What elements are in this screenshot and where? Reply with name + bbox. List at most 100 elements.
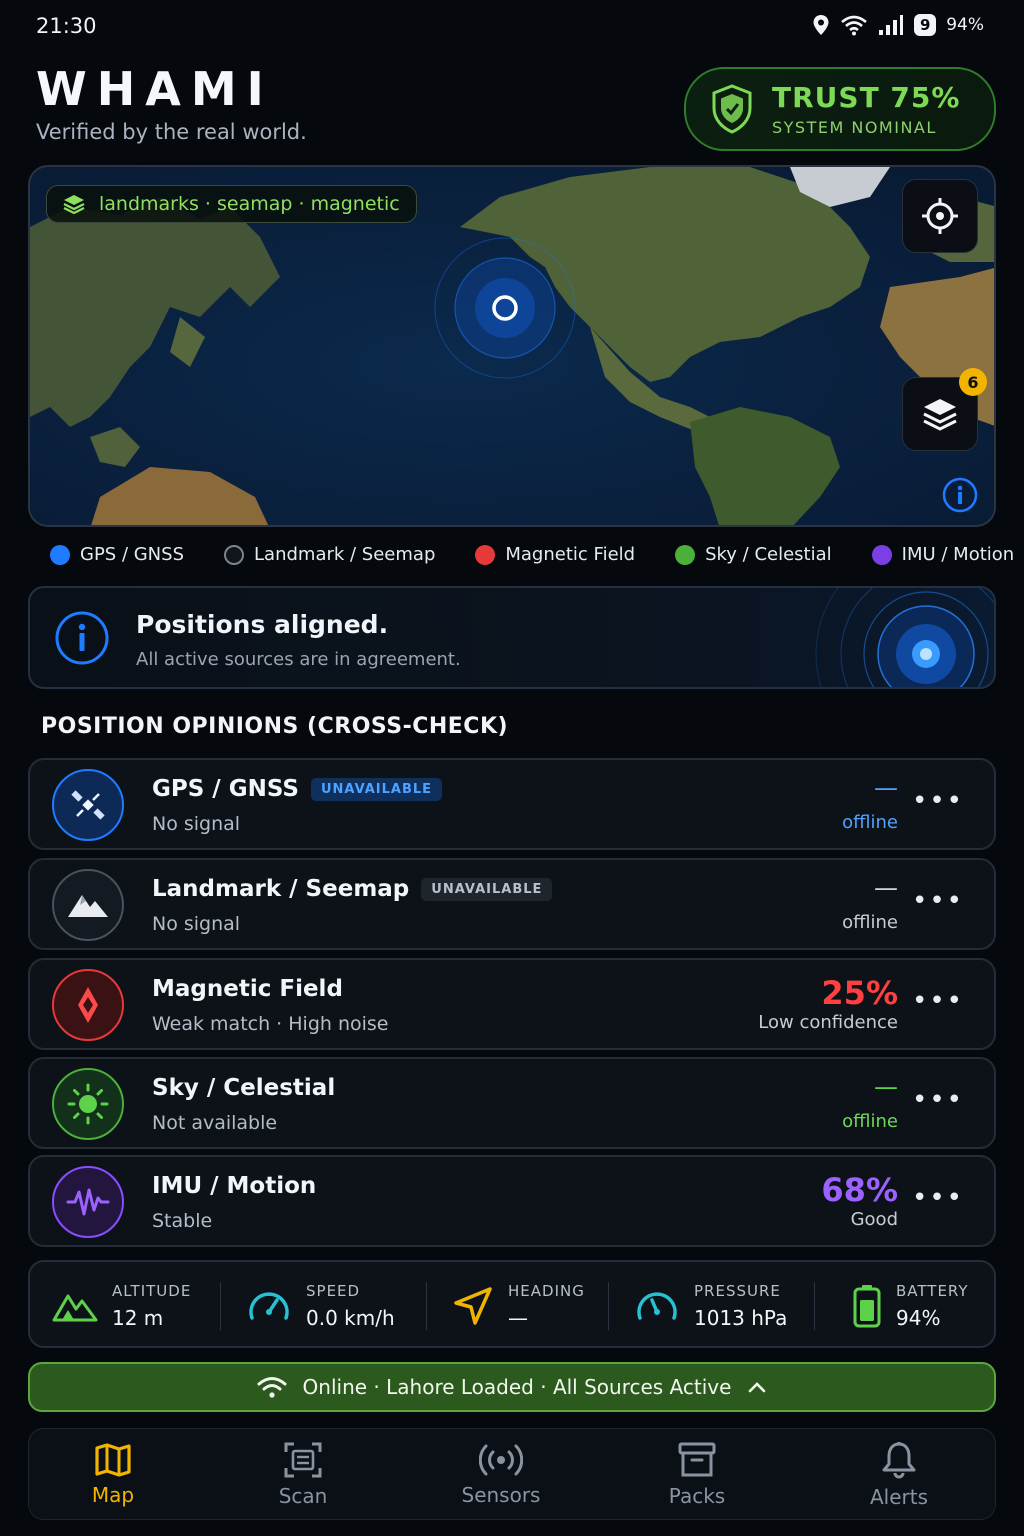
nav-label: Packs [668, 1484, 726, 1508]
more-options-button[interactable]: ••• [912, 988, 964, 1014]
app-title: WHAMI [36, 62, 274, 116]
opinion-name: GPS / GNSS UNAVAILABLE [152, 776, 443, 802]
more-options-button[interactable]: ••• [912, 788, 964, 814]
opinion-card-imu[interactable]: IMU / Motion Stable 68% Good ••• [28, 1155, 996, 1247]
waveform-icon [66, 1188, 110, 1216]
stack-layers-icon [923, 399, 957, 431]
navigation-arrow-icon [454, 1287, 492, 1325]
trust-title: TRUST 75% [772, 81, 961, 114]
speedometer-icon [249, 1292, 289, 1320]
opinion-value: — [874, 1073, 898, 1101]
info-circle-icon [55, 611, 109, 665]
metric-label: SPEED [306, 1282, 361, 1300]
layers-icon [63, 195, 85, 214]
opinion-name-text: Magnetic Field [152, 976, 343, 1002]
gauge-icon [637, 1292, 677, 1320]
opinion-subtitle: No signal [152, 913, 241, 935]
wifi-icon [841, 15, 868, 36]
legend-item-magnetic[interactable]: Magnetic Field [475, 544, 635, 565]
metric-speed: SPEED 0.0 km/h [246, 1262, 395, 1350]
divider [814, 1282, 815, 1330]
opinion-icon-wrap [52, 769, 124, 841]
nav-item-alerts[interactable]: Alerts [839, 1429, 959, 1521]
more-options-button[interactable]: ••• [912, 1185, 964, 1211]
scan-icon [284, 1442, 322, 1478]
opinion-icon-wrap [52, 969, 124, 1041]
metric-value: — [508, 1306, 528, 1330]
opinion-status: offline [842, 912, 898, 933]
opinion-status: offline [842, 1111, 898, 1132]
legend-item-imu[interactable]: IMU / Motion [871, 544, 1014, 565]
nav-label: Sensors [461, 1483, 541, 1507]
metric-battery: BATTERY 94% [852, 1262, 969, 1350]
legend-item-landmark[interactable]: Landmark / Seemap [224, 544, 435, 565]
nav-item-map[interactable]: Map [53, 1429, 173, 1521]
opinion-card-landmark[interactable]: Landmark / Seemap UNAVAILABLE No signal … [28, 858, 996, 950]
status-badge: UNAVAILABLE [310, 777, 443, 801]
nav-item-packs[interactable]: Packs [637, 1429, 757, 1521]
legend-dot [475, 544, 496, 565]
divider [220, 1282, 221, 1330]
shield-icon [712, 84, 752, 134]
opinion-name-text: Landmark / Seemap [152, 876, 410, 902]
crosshair-icon [922, 198, 958, 234]
status-time: 21:30 [36, 14, 97, 38]
connection-status-text: Online · Lahore Loaded · All Sources Act… [302, 1375, 732, 1399]
trust-status: SYSTEM NOMINAL [772, 118, 937, 137]
active-layers-pill[interactable]: landmarks · seamap · magnetic [46, 185, 417, 223]
metric-heading: HEADING — [452, 1262, 585, 1350]
wifi-icon [257, 1377, 287, 1398]
opinion-name: Sky / Celestial [152, 1075, 335, 1101]
status-icons: 9 94% [812, 14, 984, 36]
opinion-value: 68% [821, 1171, 898, 1209]
metric-value: 1013 hPa [694, 1306, 788, 1330]
layers-button[interactable]: 6 [902, 368, 987, 451]
opinion-card-magnetic[interactable]: Magnetic Field Weak match · High noise 2… [28, 958, 996, 1050]
metric-value: 12 m [112, 1306, 164, 1330]
chevron-up-icon [749, 1382, 766, 1393]
recenter-button[interactable] [902, 179, 978, 253]
opinion-subtitle: No signal [152, 813, 241, 835]
opinion-icon-wrap [52, 1068, 124, 1140]
opinion-status: Good [850, 1209, 898, 1230]
bell-icon [882, 1442, 916, 1479]
satellite-icon [71, 790, 105, 820]
legend-item-sky[interactable]: Sky / Celestial [675, 544, 832, 565]
opinion-card-sky[interactable]: Sky / Celestial Not available — offline … [28, 1057, 996, 1149]
nav-label: Scan [278, 1484, 328, 1508]
connection-status-bar[interactable]: Online · Lahore Loaded · All Sources Act… [28, 1362, 996, 1412]
sun-icon [67, 1083, 109, 1125]
alignment-card[interactable]: Positions aligned. All active sources ar… [28, 586, 996, 689]
nav-item-scan[interactable]: Scan [243, 1429, 363, 1521]
opinion-name: IMU / Motion [152, 1173, 316, 1199]
radar-pulse-icon [815, 588, 994, 687]
opinion-subtitle: Not available [152, 1112, 278, 1134]
bottom-navigation: Map Scan Sensors Packs Alerts [28, 1428, 996, 1520]
legend-dot [871, 544, 892, 565]
metric-value: 94% [896, 1306, 941, 1330]
opinion-card-gps[interactable]: GPS / GNSS UNAVAILABLE No signal — offli… [28, 758, 996, 850]
more-options-button[interactable]: ••• [912, 1087, 964, 1113]
compass-icon [78, 987, 98, 1023]
world-map[interactable]: landmarks · seamap · magnetic 6 [28, 165, 996, 527]
divider [608, 1282, 609, 1330]
nav-label: Alerts [869, 1485, 929, 1509]
info-icon[interactable] [942, 477, 978, 513]
more-options-button[interactable]: ••• [912, 888, 964, 914]
nav-label: Map [91, 1483, 135, 1507]
legend-dot [675, 544, 696, 565]
trust-card[interactable]: TRUST 75% SYSTEM NOMINAL [684, 67, 996, 151]
metrics-bar: ALTITUDE 12 m SPEED 0.0 km/h HEADING — P… [28, 1260, 996, 1348]
status-badge: UNAVAILABLE [421, 877, 553, 901]
legend-label: Landmark / Seemap [254, 544, 436, 565]
nav-item-sensors[interactable]: Sensors [441, 1429, 561, 1521]
notification-badge: 9 [914, 14, 937, 36]
opinion-name: Landmark / Seemap UNAVAILABLE [152, 876, 553, 902]
legend-dot [50, 544, 70, 565]
opinion-value: — [874, 874, 898, 902]
legend-item-gps[interactable]: GPS / GNSS [50, 544, 184, 565]
legend-dot [224, 544, 245, 565]
metric-label: ALTITUDE [112, 1282, 192, 1300]
opinion-value: 25% [821, 974, 898, 1012]
altitude-icon [52, 1294, 98, 1322]
